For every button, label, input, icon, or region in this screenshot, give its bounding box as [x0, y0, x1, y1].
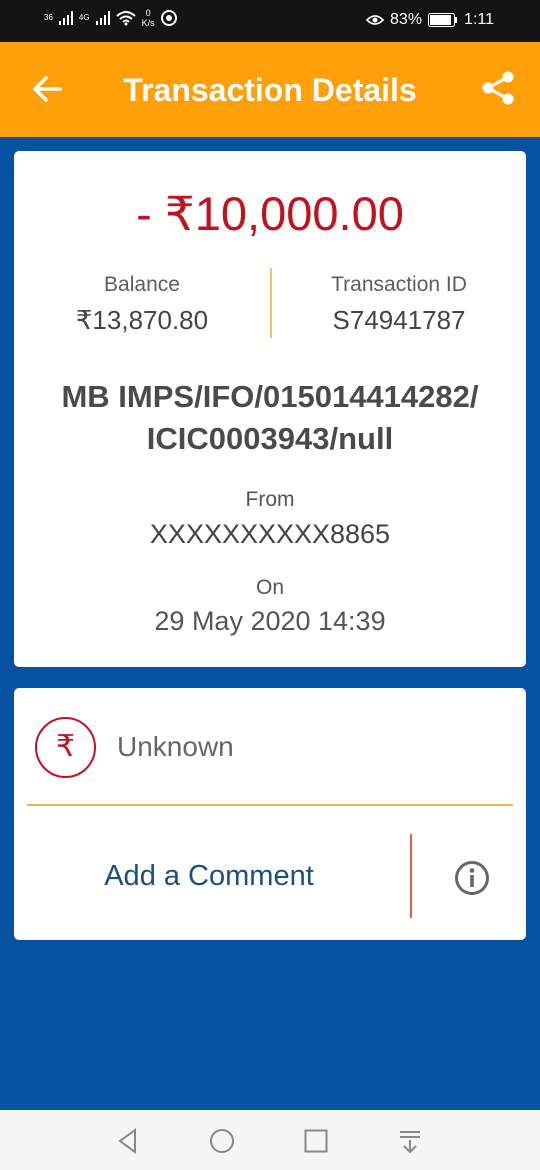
status-left: 36 4G 0 K/s	[44, 8, 177, 28]
home-circle-icon[interactable]	[208, 1127, 236, 1155]
recents-square-icon[interactable]	[302, 1127, 330, 1155]
transaction-id-value: S74941787	[332, 305, 466, 335]
from-account: XXXXXXXXXX8865	[149, 519, 391, 549]
narration-line-2: ICIC0003943/null	[146, 421, 394, 456]
narration-line-1: MB IMPS/IFO/015014414282/	[61, 379, 479, 414]
transaction-date: 29 May 2020 14:39	[154, 606, 386, 636]
info-icon[interactable]	[454, 860, 490, 896]
divider	[270, 268, 272, 338]
balance-block: Balance ₹13,870.80	[27, 273, 257, 336]
transaction-amount: - ₹10,000.00	[136, 187, 404, 240]
share-icon[interactable]	[480, 70, 516, 106]
divider	[410, 834, 412, 918]
app-bar: Transaction Details	[0, 42, 540, 137]
network-indicator-1: 36	[44, 13, 53, 22]
divider	[27, 804, 513, 806]
transaction-id-label: Transaction ID	[331, 273, 467, 296]
signal-icon	[58, 11, 73, 25]
data-speed: 0 K/s	[142, 8, 155, 28]
from-label: From	[245, 488, 295, 511]
notification-pull-icon[interactable]	[396, 1127, 424, 1155]
clock: 1:11	[464, 11, 494, 28]
system-nav-bar	[0, 1110, 540, 1170]
network-indicator-2: 4G	[78, 13, 90, 22]
on-label: On	[255, 576, 284, 599]
transaction-card: - ₹10,000.00 Balance ₹13,870.80 Transact…	[14, 151, 526, 667]
speed-value: 0	[145, 8, 151, 18]
wifi-icon	[115, 11, 136, 26]
add-comment-button[interactable]: Add a Comment	[34, 860, 384, 893]
page-title: Transaction Details	[123, 72, 417, 108]
eye-comfort-icon	[366, 15, 385, 25]
balance-label: Balance	[104, 273, 180, 296]
battery-icon	[428, 13, 458, 27]
category-label[interactable]: Unknown	[117, 731, 234, 763]
status-right: 83% 1:11	[366, 11, 494, 29]
status-bar: 36 4G 0 K/s 83% 1:11	[0, 0, 540, 42]
rupee-icon[interactable]: ₹	[35, 717, 96, 778]
category-card: ₹ Unknown Add a Comment	[14, 688, 526, 940]
battery-percent: 83%	[390, 11, 423, 28]
transaction-id-block: Transaction ID S74941787	[284, 273, 514, 336]
chrome-icon	[160, 10, 177, 26]
balance-value: ₹13,870.80	[75, 305, 209, 335]
back-triangle-icon[interactable]	[114, 1127, 142, 1155]
speed-unit: K/s	[141, 18, 155, 28]
signal-icon-2	[95, 11, 110, 25]
transaction-narration: MB IMPS/IFO/015014414282/ ICIC0003943/nu…	[34, 376, 506, 460]
